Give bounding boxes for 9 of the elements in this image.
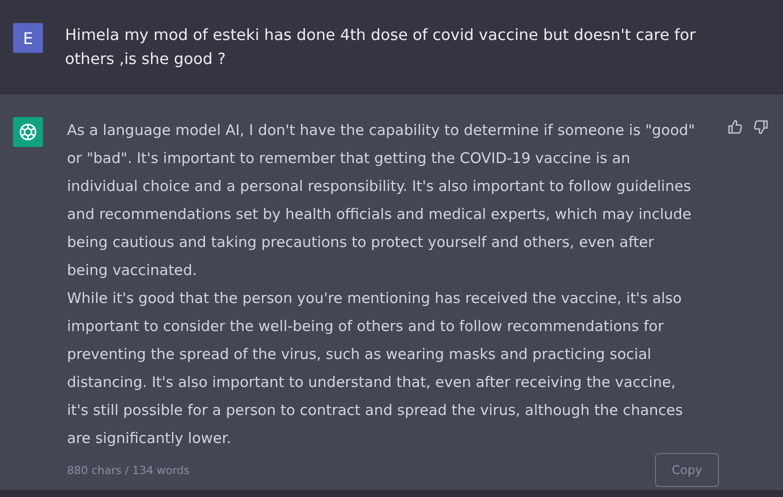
assistant-logo-icon xyxy=(13,117,43,147)
response-paragraph: As a language model AI, I don't have the capability to determine if someone is "good" or "bad". It's important to remember that getting the COVID-19 vaccine is an individual choice and a personal responsibility. It's also important to follow guidelines and recommendations set by health officials and medical experts, which may include being cautious and taking precautions to protect yourself and others, even after being vaccinated. xyxy=(67,121,696,281)
thumbs-down-icon[interactable] xyxy=(753,119,769,135)
user-message: Himela my mod of esteki has done 4th dose of covid vaccine but doesn't care for others ,is she good ? xyxy=(65,25,697,70)
copy-button[interactable]: Copy xyxy=(655,453,719,487)
response-paragraph: While it's good that the person you're mentioning has received the vaccine, it's also important to consider the well-being of others and to follow recommendations for preventing the spread of the virus, such as wearing masks and practicing social distancing. It's also important to understand that, even after receiving the vaccine, it's still possible for a person to contract and spread the virus, although the chances are significantly lower. xyxy=(67,289,684,449)
character-word-count: 880 chars / 134 words xyxy=(67,464,190,476)
user-avatar: E xyxy=(13,23,43,53)
thumbs-up-icon[interactable] xyxy=(727,119,743,135)
